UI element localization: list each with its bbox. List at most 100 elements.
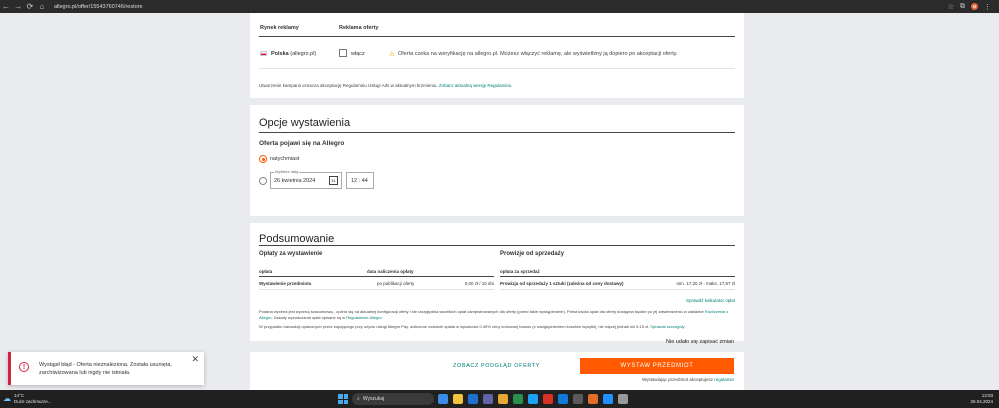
- taskbar-app-icon[interactable]: [603, 394, 613, 404]
- market-name: Polska: [271, 51, 289, 57]
- col-ad: Reklama oferty: [339, 25, 379, 31]
- pinned-apps: [438, 394, 628, 404]
- address-bar[interactable]: allegro.pl/offer/15543760746/restore: [54, 4, 143, 10]
- fee-calculator-link[interactable]: Sprawdź kalkulator opłat: [686, 298, 735, 303]
- taskbar-app-icon[interactable]: [618, 394, 628, 404]
- home-icon[interactable]: ⌂: [36, 0, 48, 13]
- fees-table: opłata data naliczenia opłaty Wystawieni…: [259, 266, 494, 290]
- publish-subtitle: Oferta pojawi się na Allegro: [259, 140, 345, 147]
- market-label: Polska (allegro.pl): [271, 51, 316, 57]
- search-icon: ⌕: [357, 396, 360, 402]
- date-legend: Wybierz datę: [274, 169, 300, 174]
- calendar-icon[interactable]: 31: [329, 176, 338, 185]
- commission-table-header: opłata za sprzedaż: [500, 266, 735, 277]
- commission-name: Prowizja od sprzedaży 1 sztuki (zależna …: [500, 281, 624, 286]
- time-input[interactable]: 12 : 44: [346, 172, 374, 189]
- taskbar-app-icon[interactable]: [483, 394, 493, 404]
- error-toast: ! Wystąpił błąd - Oferta nieznaleziona. …: [8, 352, 204, 385]
- summary-title: Podsumowanie: [259, 233, 335, 245]
- reload-icon[interactable]: ⟳: [24, 0, 36, 13]
- taskbar-app-icon[interactable]: [573, 394, 583, 404]
- search-placeholder: Wyszukaj: [362, 396, 385, 402]
- radio-scheduled[interactable]: [259, 177, 267, 185]
- ads-terms-link[interactable]: Zobacz aktualną wersję Regulaminu.: [439, 83, 513, 88]
- fee-name: Wystawienie przedmiotu: [259, 281, 312, 286]
- list-item-button[interactable]: WYSTAW PRZEDMIOT: [580, 358, 734, 374]
- back-icon[interactable]: ←: [0, 0, 12, 13]
- error-icon: !: [19, 362, 29, 372]
- extensions-icon[interactable]: ⧉: [960, 3, 965, 11]
- fees-col-date: data naliczenia opłaty: [367, 269, 414, 274]
- radio-now-label[interactable]: natychmiast: [270, 156, 299, 162]
- taskbar-app-icon[interactable]: [498, 394, 508, 404]
- divider: [259, 132, 735, 133]
- taskbar-search[interactable]: ⌕ Wyszukaj: [352, 393, 434, 405]
- commission-amount: min. 17,20 zł - maks. 17,67 zł: [676, 281, 735, 286]
- actions-card: ZOBACZ PODGLĄD OFERTY WYSTAW PRZEDMIOT W…: [250, 352, 744, 390]
- fee-date: po publikacji oferty: [377, 281, 415, 286]
- taskbar-app-icon[interactable]: [453, 394, 463, 404]
- close-icon[interactable]: ✕: [191, 354, 199, 365]
- commission-table: opłata za sprzedaż Prowizja od sprzedaży…: [500, 266, 735, 290]
- fees-info-2-text: W przypadku transakcji opłaconych przez …: [259, 324, 650, 329]
- forward-icon[interactable]: →: [12, 0, 24, 13]
- browser-toolbar: ← → ⟳ ⌂ allegro.pl/offer/15543760746/res…: [0, 0, 999, 13]
- details-link[interactable]: Sprawdź szczegóły: [650, 324, 684, 329]
- fees-info-1-end: . Zasady wyznaczania opłat opisane są w: [271, 314, 346, 320]
- taskbar-app-icon[interactable]: [513, 394, 523, 404]
- taskbar-app-icon[interactable]: [558, 394, 568, 404]
- weather-desc: Duże zachmurze...: [14, 398, 52, 404]
- date-value: 26 kwietnia 2024: [274, 178, 316, 184]
- table-row: Prowizja od sprzedaży 1 sztuki (zależna …: [500, 277, 735, 290]
- system-clock[interactable]: 13:03 26.04.2024: [970, 393, 993, 404]
- fees-info-2: W przypadku transakcji opłaconych przez …: [259, 324, 735, 330]
- warning-icon: ⚠: [389, 51, 395, 58]
- taskbar-app-icon[interactable]: [528, 394, 538, 404]
- divider: [259, 245, 735, 246]
- ad-warning-text: Oferta czeka na weryfikację na allegro.p…: [398, 51, 678, 57]
- ads-terms-text: Utworzenie kampanii oznacza akceptację R…: [259, 83, 438, 88]
- terms-link[interactable]: regulamin: [714, 377, 734, 382]
- col-market: Rynek reklamy: [260, 25, 299, 31]
- toast-message: Wystąpił błąd - Oferta nieznaleziona. Zo…: [39, 362, 172, 376]
- table-row: Wystawienie przedmiotu po publikacji ofe…: [259, 277, 494, 290]
- accept-terms-text: Wystawiając przedmiot akceptujesz: [641, 377, 713, 382]
- profile-avatar[interactable]: M: [971, 3, 978, 10]
- taskbar-app-icon[interactable]: [588, 394, 598, 404]
- taskbar-app-icon[interactable]: [468, 394, 478, 404]
- ads-row: Polska (allegro.pl) włącz ⚠ Oferta czeka…: [259, 39, 735, 69]
- star-icon[interactable]: ☆: [948, 3, 954, 11]
- fees-info-1-text: Podana wycena jest wyceną szacunkową - o…: [259, 309, 704, 314]
- listing-options-card: Opcje wystawienia Oferta pojawi się na A…: [250, 105, 744, 216]
- date-picker[interactable]: Wybierz datę 26 kwietnia 2024 31: [270, 169, 342, 189]
- save-error-message: Nie udało się zapisać zmian: [666, 339, 735, 345]
- ads-table-header: Rynek reklamy Reklama oferty: [259, 25, 735, 37]
- fees-title: Opłaty za wystawienie: [259, 251, 323, 257]
- enable-ad-checkbox[interactable]: [339, 49, 347, 57]
- page-content: Rynek reklamy Reklama oferty Polska (all…: [0, 13, 999, 390]
- radio-now[interactable]: [259, 155, 267, 163]
- taskbar-app-icon[interactable]: [438, 394, 448, 404]
- taskbar: ☁ 14°C Duże zachmurze... ⌕ Wyszukaj 13:0…: [0, 390, 999, 408]
- enable-ad-label[interactable]: włącz: [351, 51, 365, 57]
- cloud-icon: ☁: [3, 394, 11, 403]
- accept-terms-note: Wystawiając przedmiot akceptujesz regula…: [642, 377, 734, 382]
- regulations-link[interactable]: Regulaminie Allegro: [346, 315, 382, 320]
- fees-table-header: opłata data naliczenia opłaty: [259, 266, 494, 277]
- clock-date: 26.04.2024: [970, 398, 993, 404]
- taskbar-apps: ⌕ Wyszukaj: [338, 392, 628, 406]
- windows-start-icon[interactable]: [338, 394, 348, 404]
- listing-options-title: Opcje wystawienia: [259, 117, 351, 129]
- market-site: (allegro.pl): [290, 51, 317, 57]
- weather-widget[interactable]: ☁ 14°C Duże zachmurze...: [3, 393, 52, 404]
- fee-amount: 0,00 zł / 10 dni: [464, 281, 494, 286]
- summary-card: Podsumowanie Opłaty za wystawienie opłat…: [250, 223, 744, 341]
- taskbar-app-icon[interactable]: [543, 394, 553, 404]
- ads-terms-note: Utworzenie kampanii oznacza akceptację R…: [259, 83, 513, 88]
- fees-info-1: Podana wycena jest wyceną szacunkową - o…: [259, 309, 729, 320]
- commission-title: Prowizje od sprzedaży: [500, 251, 565, 257]
- preview-offer-button[interactable]: ZOBACZ PODGLĄD OFERTY: [453, 363, 540, 369]
- commission-col-fee: opłata za sprzedaż: [500, 269, 540, 274]
- poland-flag-icon: [260, 51, 267, 56]
- menu-icon[interactable]: ⋮: [984, 3, 991, 11]
